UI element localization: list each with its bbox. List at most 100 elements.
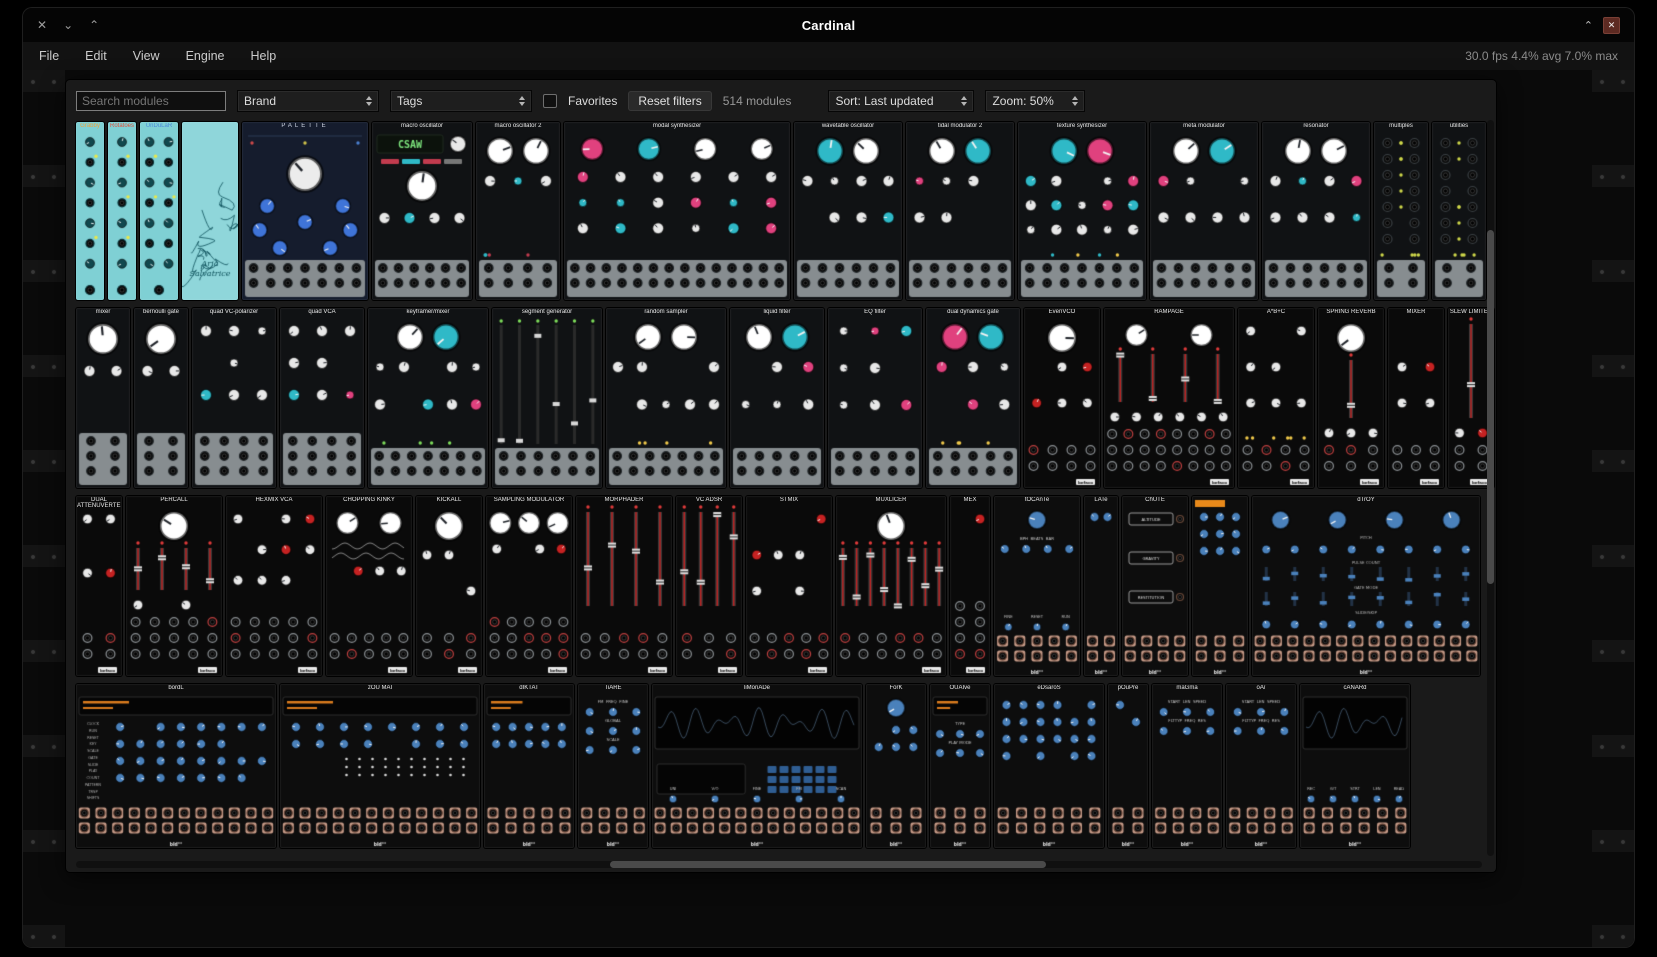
menu-help[interactable]: Help bbox=[251, 49, 277, 63]
module-palette[interactable]: PALETTE bbox=[242, 122, 368, 300]
module-stmix[interactable]: STMIX bbox=[746, 496, 832, 676]
module-eq-filter[interactable]: EQ filter bbox=[828, 308, 922, 488]
module-preview-canvas bbox=[226, 496, 322, 676]
module-grabby[interactable]: Grabby bbox=[76, 122, 104, 300]
module-wavetable-oscillator[interactable]: wavetable oscillator bbox=[794, 122, 902, 300]
module-dtroy[interactable]: dTrOY bbox=[1252, 496, 1480, 676]
module-preview-canvas bbox=[76, 684, 276, 848]
module-preview-canvas bbox=[126, 496, 222, 676]
module-muxlicer[interactable]: MUXLICER bbox=[836, 496, 946, 676]
module-tiare[interactable]: TiARE bbox=[578, 684, 648, 848]
module-preview-canvas bbox=[242, 122, 368, 300]
sort-dropdown[interactable]: Sort: Last updated bbox=[828, 90, 974, 112]
reset-filters-button[interactable]: Reset filters bbox=[628, 91, 711, 111]
module-vc-adsr[interactable]: VC ADSR bbox=[676, 496, 742, 676]
brand-dropdown[interactable]: Brand bbox=[237, 90, 379, 112]
menu-file[interactable]: File bbox=[39, 49, 59, 63]
module-dual-dynamics-gate[interactable]: dual dynamics gate bbox=[926, 308, 1020, 488]
module-a-b-c[interactable]: A*B+C bbox=[1238, 308, 1314, 488]
module-limonade[interactable]: liMonADe bbox=[652, 684, 862, 848]
module-preview-canvas bbox=[906, 122, 1014, 300]
module-fork[interactable]: ForK bbox=[866, 684, 926, 848]
module-preview-canvas bbox=[1024, 308, 1100, 488]
module-liquid-filter[interactable]: liquid filter bbox=[730, 308, 824, 488]
vertical-scrollbar-thumb[interactable] bbox=[1487, 230, 1494, 583]
module-spring-reverb[interactable]: SPRING REVERB bbox=[1318, 308, 1384, 488]
module-utilities[interactable]: utilities bbox=[1432, 122, 1486, 300]
module-multiples[interactable]: multiples bbox=[1374, 122, 1428, 300]
module-mex[interactable]: MEX bbox=[950, 496, 990, 676]
module-random-sampler[interactable]: random sampler bbox=[606, 308, 726, 488]
menubar: File Edit View Engine Help 30.0 fps 4.4% avg… bbox=[23, 42, 1634, 71]
horizontal-scrollbar-thumb[interactable] bbox=[610, 861, 1046, 868]
module-modal-synthesizer[interactable]: modal synthesizer bbox=[564, 122, 790, 300]
module-oa[interactable]: oAï bbox=[1226, 684, 1296, 848]
chevron-up-icon[interactable]: ⌃ bbox=[1584, 19, 1593, 32]
module-keyframer-mixer[interactable]: keyframer/mixer bbox=[368, 308, 488, 488]
module-macro-oscillator[interactable]: macro oscillator bbox=[372, 122, 472, 300]
module-bordl[interactable]: bordL bbox=[76, 684, 276, 848]
module-blank-panel[interactable] bbox=[182, 122, 238, 300]
minimize-icon[interactable]: ⌄ bbox=[63, 18, 73, 32]
horizontal-scrollbar[interactable] bbox=[76, 861, 1482, 868]
module-tocante[interactable]: tOCAnTe bbox=[994, 496, 1080, 676]
vertical-scrollbar[interactable] bbox=[1487, 120, 1494, 856]
module-preview-canvas bbox=[676, 496, 742, 676]
module-edsaros[interactable]: eDsaroS bbox=[994, 684, 1104, 848]
app-badge-icon[interactable]: ✕ bbox=[1603, 17, 1620, 34]
module-quad-vc-polarizer[interactable]: quad VC-polarizer bbox=[192, 308, 276, 488]
module-segment-generator[interactable]: segment generator bbox=[492, 308, 602, 488]
menu-engine[interactable]: Engine bbox=[186, 49, 225, 63]
menu-view[interactable]: View bbox=[133, 49, 160, 63]
menu-edit[interactable]: Edit bbox=[85, 49, 107, 63]
module-texture-synthesizer[interactable]: texture synthesizer bbox=[1018, 122, 1146, 300]
favorites-checkbox[interactable] bbox=[543, 94, 557, 108]
module-zo-ma[interactable]: zOÙ MAÏ bbox=[280, 684, 480, 848]
module-preview-canvas bbox=[746, 496, 832, 676]
module-resonator[interactable]: resonator bbox=[1262, 122, 1370, 300]
module-mixer[interactable]: MIXER bbox=[1388, 308, 1444, 488]
module-sampling-modulator[interactable]: SAMPLING MODULATOR bbox=[486, 496, 572, 676]
module-meta-modulator[interactable]: meta modulator bbox=[1150, 122, 1258, 300]
module-late[interactable]: LATe bbox=[1084, 496, 1118, 676]
module-poupre[interactable]: pOuPre bbox=[1108, 684, 1148, 848]
module-evenvco[interactable]: EvenVCO bbox=[1024, 308, 1100, 488]
cardinal-window: ✕ ⌄ ⌃ Cardinal ⌃ ✕ FileEditViewEngineHel… bbox=[23, 8, 1634, 947]
zoom-dropdown[interactable]: Zoom: 50% bbox=[985, 90, 1085, 112]
module-hexmix-vca[interactable]: HEXMIX VCA bbox=[226, 496, 322, 676]
module-preview-canvas bbox=[76, 122, 104, 300]
module-undular[interactable]: UnDuLaR bbox=[140, 122, 178, 300]
module-preview-canvas bbox=[1018, 122, 1146, 300]
module-preview-canvas bbox=[140, 122, 178, 300]
module-diktat[interactable]: dIKTAT bbox=[484, 684, 574, 848]
module-percall[interactable]: PERCALL bbox=[126, 496, 222, 676]
module-chute[interactable]: ChUTE bbox=[1122, 496, 1188, 676]
fps-stats: 30.0 fps 4.4% avg 7.0% max bbox=[1465, 49, 1618, 63]
close-icon[interactable]: ✕ bbox=[37, 18, 47, 32]
module-browser: Brand Tags Favorites Reset filters 514 m… bbox=[66, 80, 1496, 872]
module-tidal-modulator-2[interactable]: tidal modulator 2 bbox=[906, 122, 1014, 300]
module-kickall[interactable]: KICKALL bbox=[416, 496, 482, 676]
module-preview-canvas bbox=[794, 122, 902, 300]
tags-dropdown[interactable]: Tags bbox=[390, 90, 532, 112]
module-canard[interactable]: cANARd bbox=[1300, 684, 1410, 848]
module-magma[interactable]: maGma bbox=[1152, 684, 1222, 848]
search-input[interactable] bbox=[76, 91, 226, 111]
module-chopping-kinky[interactable]: CHOPPING KINKY bbox=[326, 496, 412, 676]
module-quad-vca[interactable]: quad VCA bbox=[280, 308, 364, 488]
module-preview-canvas bbox=[1192, 496, 1248, 676]
module-rampage[interactable]: RAMPAGE bbox=[1104, 308, 1234, 488]
module-preview-canvas bbox=[578, 684, 648, 848]
module-morphader[interactable]: MORPHADER bbox=[576, 496, 672, 676]
module-macro-oscillator-2[interactable]: macro oscillator 2 bbox=[476, 122, 560, 300]
module-preview-canvas bbox=[866, 684, 926, 848]
module-preview-canvas bbox=[192, 308, 276, 488]
module-blank-panel[interactable] bbox=[1192, 496, 1248, 676]
module-ouaive[interactable]: OUAIve bbox=[930, 684, 990, 848]
module-rotatoes[interactable]: Rotatoes bbox=[108, 122, 136, 300]
module-mixer[interactable]: mixer bbox=[76, 308, 130, 488]
module-grid: GrabbyRotatoesUnDuLaRPALETTEmacro oscill… bbox=[76, 122, 1486, 848]
maximize-icon[interactable]: ⌃ bbox=[89, 18, 99, 32]
module-bernoulli-gate[interactable]: bernoulli gate bbox=[134, 308, 188, 488]
module-dual-attenuverter[interactable]: DUAL ATTENUVERTER bbox=[76, 496, 122, 676]
